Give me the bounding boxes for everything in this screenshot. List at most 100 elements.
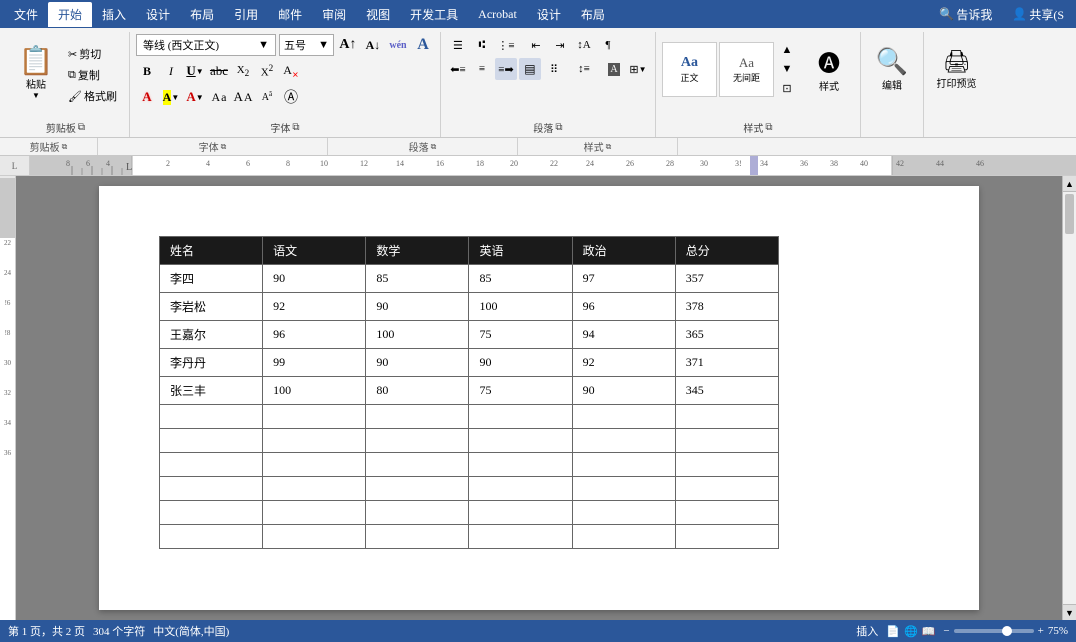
number-list-button[interactable]: ⑆ <box>471 34 493 56</box>
font-color-button[interactable]: A ▼ <box>184 86 206 108</box>
table-row: 张三丰100807590345 <box>160 377 779 405</box>
text-effect-button[interactable]: A <box>136 86 158 108</box>
copy-button[interactable]: ⧉ 复制 <box>64 65 121 85</box>
style-scroll-down[interactable]: ▼ <box>776 59 798 78</box>
circle-A-button[interactable]: Ⓐ <box>280 86 302 108</box>
menu-design2[interactable]: 设计 <box>527 2 571 27</box>
tell-me-button[interactable]: 🔍 告诉我 <box>931 3 1000 26</box>
subscript-button[interactable]: X2 <box>232 60 254 82</box>
font-size-increase-button[interactable]: A↑ <box>337 34 359 56</box>
menu-references[interactable]: 引用 <box>224 2 268 27</box>
menu-insert[interactable]: 插入 <box>92 2 136 27</box>
table-cell: 97 <box>572 265 675 293</box>
shading-button[interactable]: A <box>603 58 625 80</box>
styles-expand-icon[interactable]: ⧉ <box>765 122 772 133</box>
borders-button[interactable]: ⊞ ▼ <box>627 58 649 80</box>
clear-format-button[interactable]: A✕ <box>280 60 302 82</box>
zoom-thumb[interactable] <box>1002 626 1012 636</box>
zoom-slider[interactable] <box>954 629 1034 633</box>
menu-mail[interactable]: 邮件 <box>268 2 312 27</box>
vertical-scrollbar[interactable]: ▲ ▼ <box>1062 176 1076 620</box>
edit-button[interactable]: 🔍 编辑 <box>867 34 917 104</box>
sort-button[interactable]: ↕A <box>573 34 595 56</box>
print-preview-button[interactable]: 🖨 打印预览 <box>931 34 981 104</box>
table-cell: 99 <box>263 349 366 377</box>
edit-section: 🔍 编辑 <box>861 32 924 137</box>
format-painter-button[interactable]: 🖌 格式刷 <box>64 86 121 106</box>
decrease-indent-button[interactable]: ⇤ <box>525 34 547 56</box>
styles-big-button[interactable]: 🅐 样式 <box>804 34 854 104</box>
align-left-button[interactable]: ⬅≡ <box>447 58 469 80</box>
table-header-cell: 姓名 <box>160 237 263 265</box>
table-cell: 92 <box>263 293 366 321</box>
table-cell <box>160 405 263 429</box>
styles-dialog-icon[interactable]: ⧉ <box>606 142 612 152</box>
style-normal[interactable]: Aa 正文 <box>662 42 717 97</box>
font-dialog-icon[interactable]: ⧉ <box>221 142 227 152</box>
menu-review[interactable]: 审阅 <box>312 2 356 27</box>
page-wrapper: 姓名语文数学英语政治总分 李四90858597357李岩松92901009637… <box>16 176 1062 620</box>
ruler-corner[interactable]: L <box>0 156 30 176</box>
scroll-down-button[interactable]: ▼ <box>1063 604 1076 620</box>
print-preview-icon: 🖨 <box>943 49 971 75</box>
font-family-dropdown[interactable]: 等线 (西文正文) ▼ <box>136 34 276 56</box>
svg-text:28: 28 <box>666 159 674 168</box>
font-A-button[interactable]: A <box>412 34 434 56</box>
menu-acrobat[interactable]: Acrobat <box>468 3 527 26</box>
wen-icon-button[interactable]: wén <box>387 34 409 56</box>
shrink-A-button[interactable]: A A <box>232 86 254 108</box>
zoom-out-button[interactable]: − <box>943 625 949 637</box>
style-expand[interactable]: ⊡ <box>776 79 798 98</box>
table-cell <box>572 405 675 429</box>
distributed-button[interactable]: ⠿ <box>543 58 565 80</box>
clipboard-dialog-icon[interactable]: ⧉ <box>62 142 68 152</box>
clipboard-expand-icon[interactable]: ⧉ <box>78 122 85 133</box>
text-highlight-button[interactable]: A ▼ <box>160 86 182 108</box>
paste-button[interactable]: 📋 粘贴 ▼ <box>10 41 62 107</box>
superscript-button[interactable]: X2 <box>256 60 278 82</box>
para-expand-icon[interactable]: ⧉ <box>555 122 562 133</box>
menu-layout[interactable]: 布局 <box>180 2 224 27</box>
bold-button[interactable]: B <box>136 60 158 82</box>
line-spacing-button[interactable]: ↕≡ <box>573 58 595 80</box>
font-size-dropdown[interactable]: 五号 ▼ <box>279 34 334 56</box>
font-section: 等线 (西文正文) ▼ 五号 ▼ A↑ A↓ wén A <box>130 32 441 137</box>
italic-button[interactable]: I <box>160 60 182 82</box>
paragraph-dialog-icon[interactable]: ⧉ <box>431 142 437 152</box>
style-no-spacing[interactable]: Aa 无间距 <box>719 42 774 97</box>
menu-layout2[interactable]: 布局 <box>571 2 615 27</box>
pinyin-button[interactable]: A ā <box>256 86 278 108</box>
web-view-icon[interactable]: 🌐 <box>904 625 918 638</box>
read-view-icon[interactable]: 📖 <box>922 625 936 638</box>
increase-indent-button[interactable]: ⇥ <box>549 34 571 56</box>
scroll-thumb[interactable] <box>1065 194 1074 234</box>
show-marks-button[interactable]: ¶ <box>597 34 619 56</box>
table-cell: 96 <box>263 321 366 349</box>
strikethrough-button[interactable]: abc <box>208 60 230 82</box>
menu-developer[interactable]: 开发工具 <box>400 2 468 27</box>
menu-file[interactable]: 文件 <box>4 2 48 27</box>
print-view-icon[interactable]: 📄 <box>886 625 900 638</box>
svg-text:26: 26 <box>626 159 634 168</box>
font-size-decrease-button[interactable]: A↓ <box>362 34 384 56</box>
menu-design[interactable]: 设计 <box>136 2 180 27</box>
menu-view[interactable]: 视图 <box>356 2 400 27</box>
cut-button[interactable]: ✂ 剪切 <box>64 44 121 64</box>
table-row <box>160 501 779 525</box>
align-right-button[interactable]: ≡➡ <box>495 58 517 80</box>
table-row <box>160 429 779 453</box>
share-button[interactable]: 👤 共享(S <box>1004 3 1072 26</box>
font-expand-icon[interactable]: ⧉ <box>292 122 299 133</box>
styles-icon: 🅐 <box>818 46 840 78</box>
multi-level-list-button[interactable]: ⋮≡ <box>495 34 517 56</box>
underline-button[interactable]: U ▼ <box>184 60 206 82</box>
document-page[interactable]: 姓名语文数学英语政治总分 李四90858597357李岩松92901009637… <box>99 186 979 610</box>
style-scroll-up[interactable]: ▲ <box>776 40 798 59</box>
menu-start[interactable]: 开始 <box>48 2 92 27</box>
scroll-up-button[interactable]: ▲ <box>1063 176 1076 192</box>
align-center-button[interactable]: ≡ <box>471 58 493 80</box>
justify-button[interactable]: ▤ <box>519 58 541 80</box>
zoom-in-button[interactable]: + <box>1038 625 1044 637</box>
bullet-list-button[interactable]: ☰ <box>447 34 469 56</box>
expand-A-button[interactable]: A a <box>208 86 230 108</box>
